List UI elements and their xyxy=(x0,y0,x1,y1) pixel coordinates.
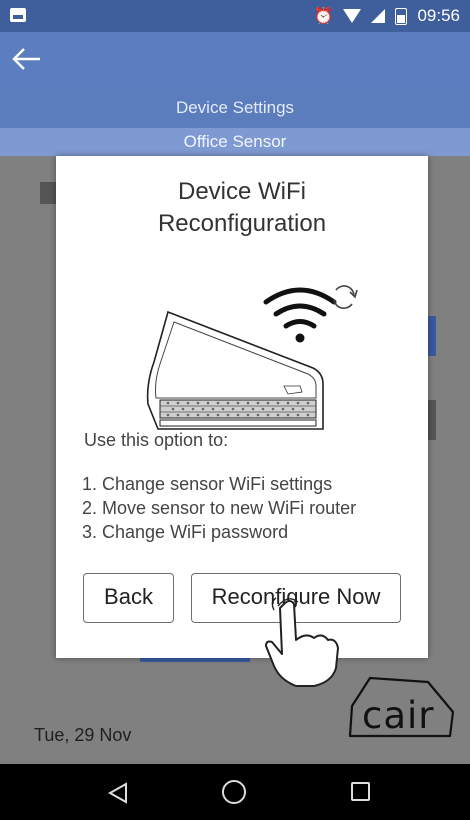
nav-recent-square-icon[interactable] xyxy=(351,782,370,801)
alarm-clock-icon: ⏰ xyxy=(313,8,334,25)
list-item: 1. Change sensor WiFi settings xyxy=(82,474,333,494)
list-item: 2. Move sensor to new WiFi router xyxy=(82,498,357,518)
cair-logo-text: cair xyxy=(362,694,435,737)
page-title: Device Settings xyxy=(0,88,470,128)
page-subtitle: Office Sensor xyxy=(0,128,470,156)
sensor-device-wifi-refresh-icon xyxy=(146,285,358,430)
date-label: Tue, 29 Nov xyxy=(34,725,132,745)
battery-icon xyxy=(395,7,408,25)
image-notification-icon xyxy=(10,8,26,22)
arrow-left-icon[interactable] xyxy=(10,42,44,76)
dialog-intro-text: Use this option to: xyxy=(84,430,229,450)
tapping-hand-icon xyxy=(265,597,339,687)
status-icons: ⏰ 09:56 xyxy=(314,6,460,26)
dialog-title-line2: Reconfiguration xyxy=(157,210,327,237)
dialog-title: Device WiFi Reconfiguration xyxy=(56,176,428,240)
wifi-icon xyxy=(343,9,362,23)
nav-back-triangle-icon[interactable] xyxy=(106,781,130,805)
list-item: 3. Change WiFi password xyxy=(82,522,289,542)
status-time: 09:56 xyxy=(417,6,460,25)
back-button[interactable]: Back xyxy=(83,573,174,623)
system-navigation-bar xyxy=(0,764,470,820)
cellular-signal-icon xyxy=(371,9,386,23)
nav-home-circle-icon[interactable] xyxy=(222,780,246,804)
app-bar xyxy=(0,32,470,88)
dialog-title-line1: Device WiFi xyxy=(177,178,306,205)
status-bar: ⏰ 09:56 xyxy=(0,0,470,32)
steps-list: 1. Change sensor WiFi settings 2. Move s… xyxy=(82,472,356,544)
wifi-reconfiguration-dialog: Device WiFi Reconfiguration Use this opt… xyxy=(56,156,428,658)
